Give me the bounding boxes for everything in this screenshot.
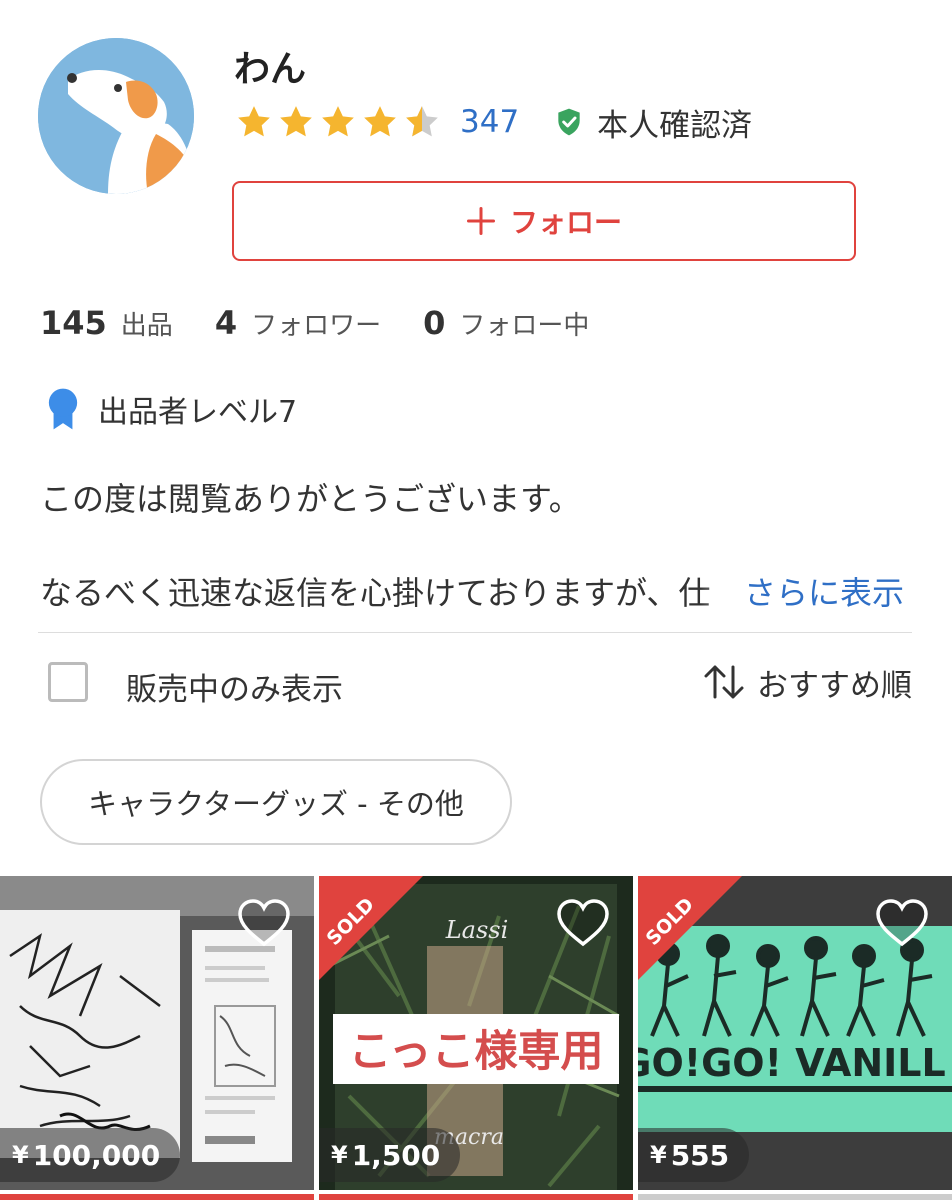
star-rating — [234, 102, 442, 142]
username: わん — [234, 49, 307, 90]
like-button[interactable] — [236, 898, 292, 948]
item-tile-partial[interactable] — [319, 1194, 633, 1200]
seller-level[interactable]: 出品者レベル7 — [44, 386, 297, 432]
badge-icon — [48, 388, 78, 430]
heart-icon — [876, 899, 928, 947]
heart-icon — [238, 899, 290, 947]
sort-selector[interactable]: おすすめ順 — [703, 662, 912, 704]
stat-value: 145 — [40, 304, 107, 342]
sold-ribbon-icon: SOLD — [638, 876, 742, 980]
stat-label: フォロワー — [251, 311, 382, 341]
item-price: ¥ 1,500 — [319, 1128, 461, 1182]
stat-followers[interactable]: 4 フォロワー — [215, 304, 381, 342]
review-count[interactable]: 347 — [460, 104, 519, 140]
follow-label: フォロー — [509, 206, 622, 239]
star-icon — [238, 106, 270, 137]
follow-button[interactable]: フォロー — [232, 181, 856, 261]
currency-symbol: ¥ — [12, 1141, 29, 1169]
half-star-icon — [406, 106, 438, 137]
like-button[interactable] — [555, 898, 611, 948]
dog-avatar-icon — [38, 38, 194, 194]
item-tile-partial[interactable] — [638, 1194, 952, 1200]
stat-following[interactable]: 0 フォロー中 — [423, 304, 589, 342]
price-amount: 100,000 — [32, 1138, 161, 1172]
divider — [38, 632, 912, 633]
sold-ribbon-icon: SOLD — [319, 876, 423, 980]
sold-badge: SOLD — [638, 876, 742, 980]
sort-arrows-icon — [704, 665, 744, 699]
profile-avatar[interactable] — [38, 38, 194, 194]
verified-badge: 本人確認済 — [553, 100, 752, 145]
on-sale-only-label[interactable]: 販売中のみ表示 — [126, 664, 343, 709]
stat-value: 4 — [214, 304, 238, 342]
on-sale-only-checkbox[interactable] — [48, 662, 88, 702]
heart-icon — [557, 899, 609, 947]
item-tile-partial[interactable] — [0, 1194, 314, 1200]
like-button[interactable] — [874, 898, 930, 948]
show-more-link[interactable]: さらに表示 — [744, 568, 904, 614]
stat-label: 出品 — [120, 311, 173, 341]
stat-value: 0 — [423, 304, 446, 342]
image-text-top: Lassi — [445, 916, 509, 944]
stat-label: フォロー中 — [459, 311, 590, 341]
item-price: ¥ 100,000 — [0, 1128, 181, 1182]
sold-badge: SOLD — [319, 876, 423, 980]
rating-row[interactable]: 347 本人確認済 — [234, 100, 752, 145]
item-grid: ¥ 100,000 Lassi こっこ様専用 macra SOLD ¥ 1,50… — [0, 876, 952, 1200]
plus-icon — [466, 207, 495, 235]
bio-line: この度は閲覧ありがとうございます。 — [40, 480, 581, 518]
currency-symbol: ¥ — [650, 1141, 667, 1169]
item-price: ¥ 555 — [638, 1128, 750, 1182]
image-text: GO!GO! VANILL — [638, 1041, 946, 1085]
image-overlay-text: こっこ様専用 — [349, 1027, 604, 1077]
item-tile[interactable]: GO!GO! VANILL SOLD ¥ 555 — [638, 876, 952, 1190]
sort-label: おすすめ順 — [757, 667, 912, 704]
seller-level-label: 出品者レベル7 — [98, 395, 298, 430]
bio-fade — [700, 566, 746, 612]
item-tile[interactable]: Lassi こっこ様専用 macra SOLD ¥ 1,500 — [319, 876, 633, 1190]
stat-listings[interactable]: 145 出品 — [40, 304, 173, 342]
currency-symbol: ¥ — [331, 1141, 348, 1169]
bio-line: なるべく迅速な返信を心掛けておりますが、仕 — [40, 574, 711, 612]
star-icon — [322, 106, 354, 137]
shield-check-icon — [558, 108, 580, 136]
star-icon — [364, 106, 396, 137]
price-amount: 1,500 — [351, 1138, 441, 1172]
profile-stats: 145 出品 4 フォロワー 0 フォロー中 — [40, 300, 631, 346]
price-amount: 555 — [670, 1138, 730, 1172]
star-icon — [280, 106, 312, 137]
item-tile[interactable]: ¥ 100,000 — [0, 876, 314, 1190]
verified-label: 本人確認済 — [597, 107, 753, 144]
category-chip[interactable]: キャラクターグッズ - その他 — [40, 759, 512, 845]
